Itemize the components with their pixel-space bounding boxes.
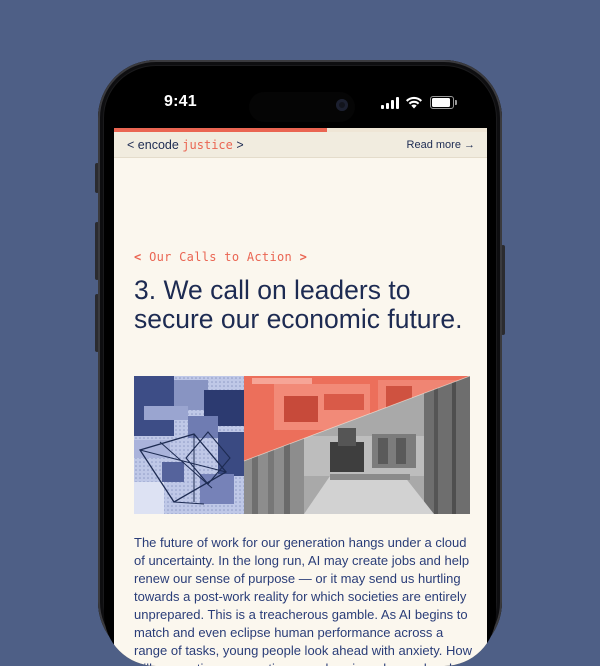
cellular-signal-icon [381, 97, 399, 109]
status-time: 9:41 [164, 93, 197, 110]
eyebrow-label: Our Calls to Action [149, 250, 293, 264]
brand-logo[interactable]: < encode justice > [127, 138, 244, 152]
brand-open-bracket: < [127, 138, 135, 152]
brand-close-bracket: > [236, 138, 244, 152]
front-camera [336, 99, 348, 111]
read-more-link[interactable]: Read more → [407, 139, 475, 151]
status-bar: 9:41 [104, 66, 496, 128]
body-paragraph: The future of work for our generation ha… [134, 535, 472, 666]
page-title: 3. We call on leaders to secure our econ… [134, 275, 463, 334]
section-eyebrow: < Our Calls to Action > [134, 250, 307, 264]
battery-icon [430, 96, 457, 109]
hero-image [134, 376, 470, 514]
web-page: < encode justice > Read more → < Our Cal… [114, 128, 487, 666]
brand-word-encode: encode [137, 138, 179, 152]
brand-word-justice: justice [182, 138, 233, 152]
eyebrow-open-chevron: < [134, 250, 142, 264]
phone-screen: 9:41 < encode justice > Read more → < Ou… [104, 66, 496, 666]
site-header: < encode justice > Read more → [114, 132, 487, 158]
wifi-icon [406, 96, 422, 109]
eyebrow-close-chevron: > [299, 250, 308, 264]
